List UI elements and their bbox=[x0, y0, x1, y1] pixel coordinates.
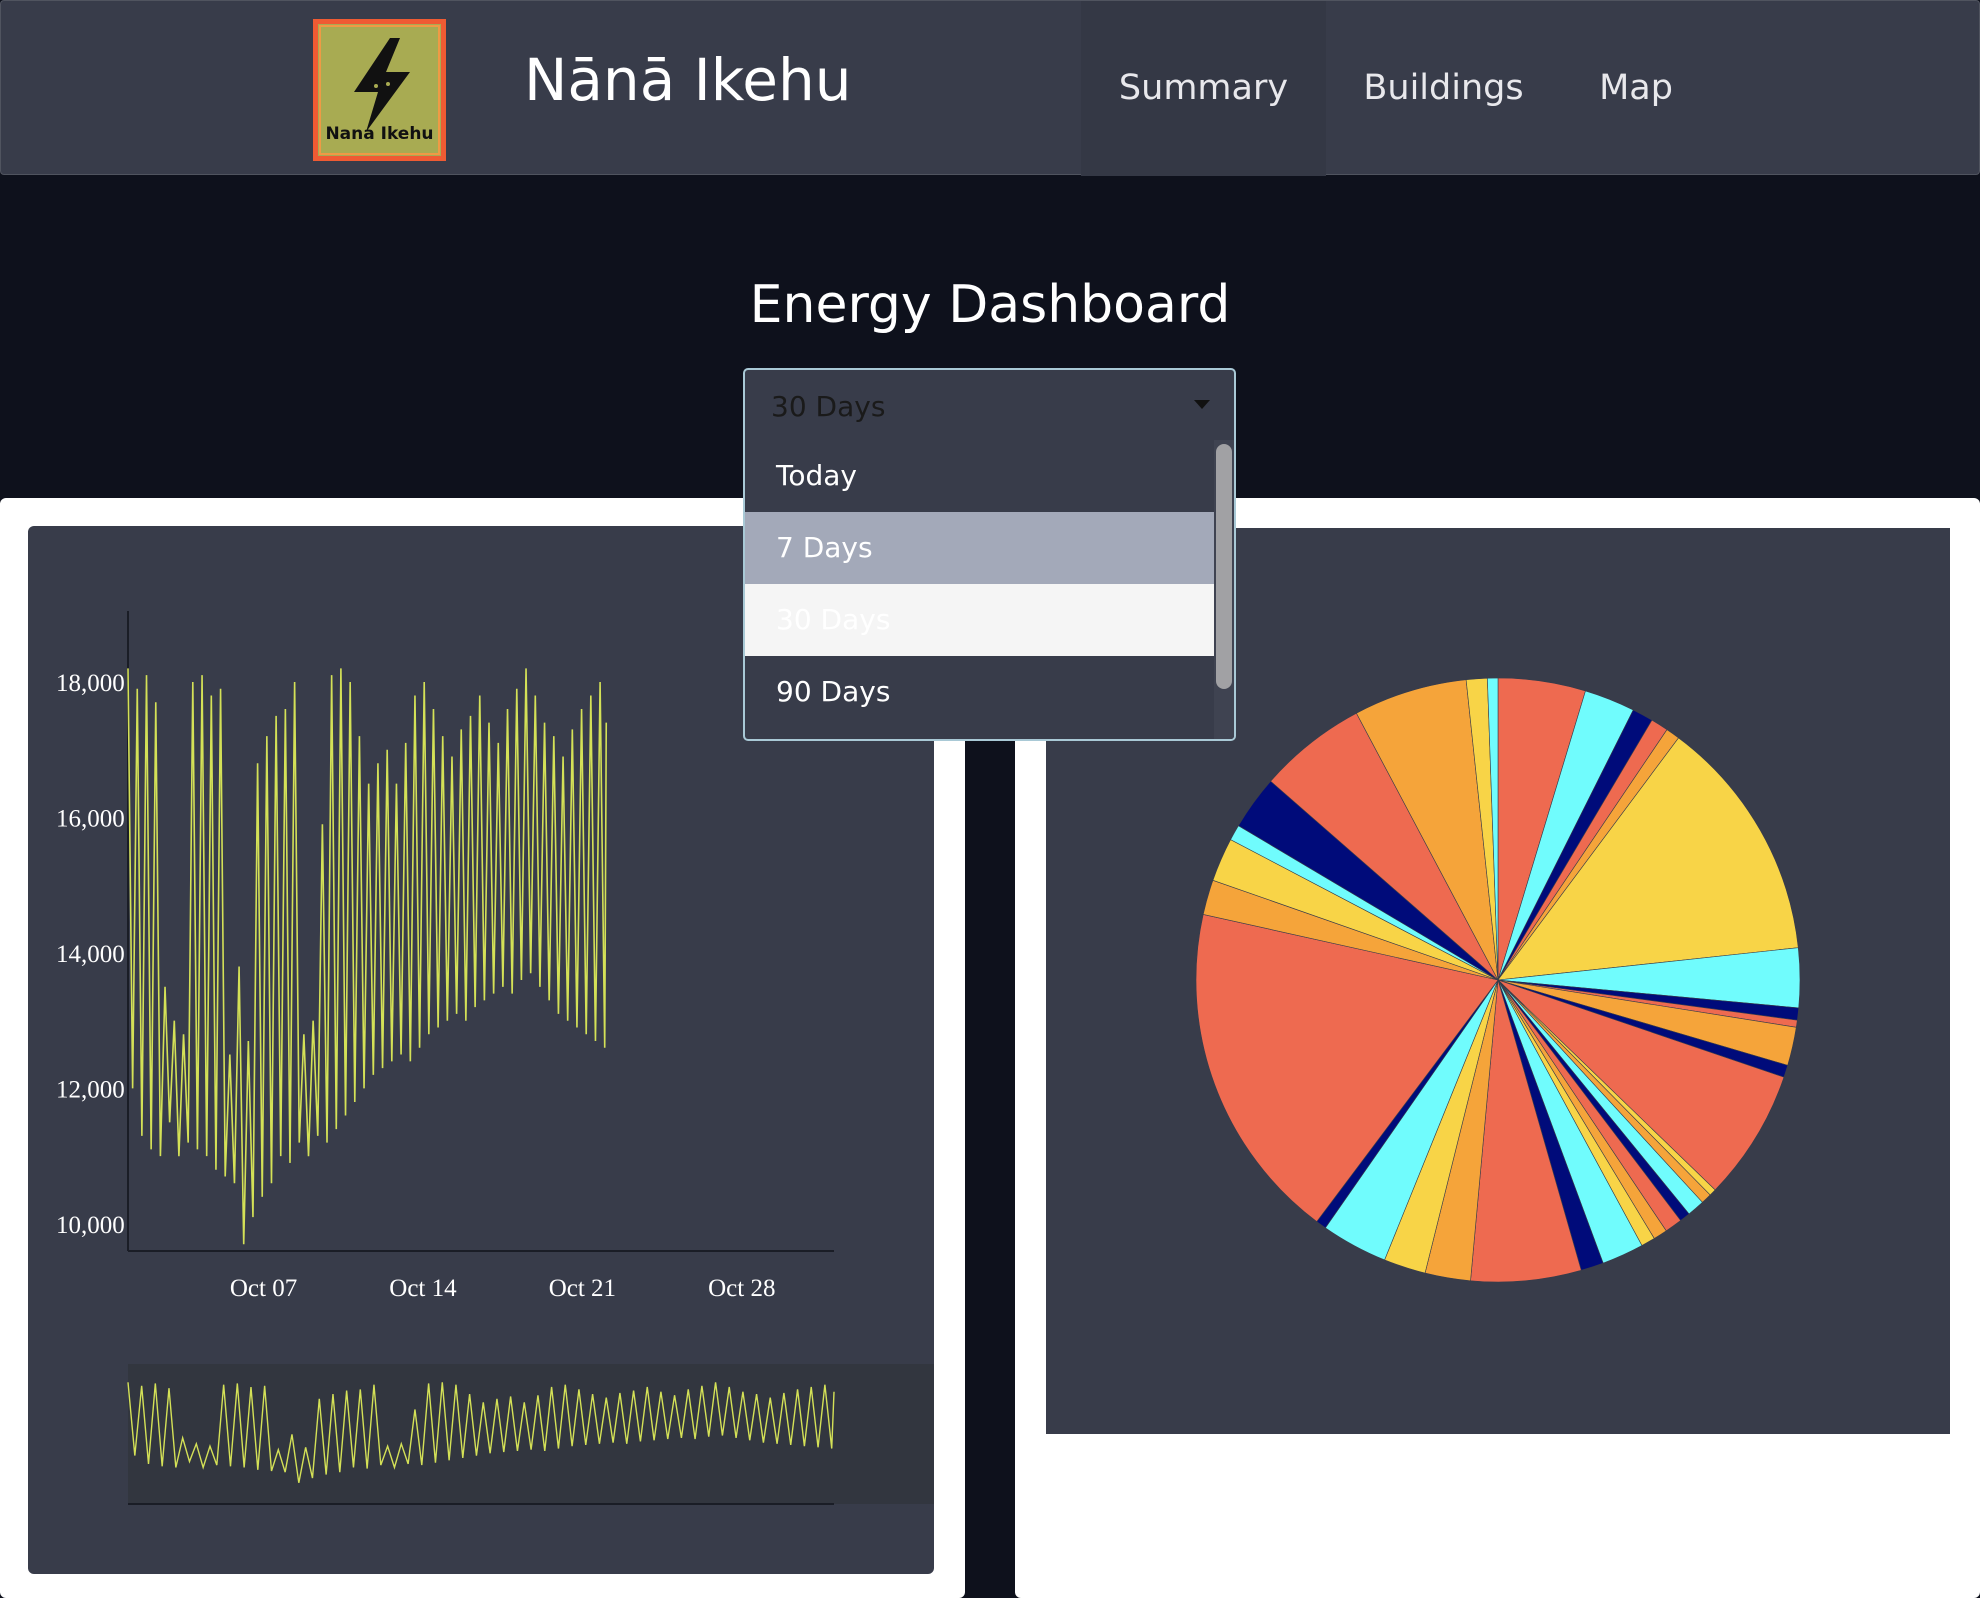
option-7-days[interactable]: 7 Days bbox=[745, 512, 1216, 584]
brand-title[interactable]: Nānā Ikehu bbox=[524, 46, 852, 114]
app-logo[interactable]: Nana Ikehu bbox=[313, 19, 446, 161]
navbar: Nana Ikehu Nānā Ikehu Summary Buildings … bbox=[0, 0, 1980, 176]
y-tick-label: 12,000 bbox=[56, 1076, 125, 1103]
nav-item-summary[interactable]: Summary bbox=[1081, 1, 1326, 176]
scrollbar-thumb[interactable] bbox=[1216, 444, 1232, 689]
range-navigator[interactable] bbox=[128, 1364, 934, 1504]
lightning-bolt-icon bbox=[354, 38, 410, 132]
time-range-select[interactable]: 30 Days bbox=[743, 368, 1236, 442]
x-tick-label: Oct 21 bbox=[549, 1275, 616, 1302]
time-range-options: Today 7 Days 30 Days 90 Days bbox=[743, 440, 1236, 741]
x-tick-label: Oct 28 bbox=[708, 1275, 775, 1302]
caret-down-icon[interactable] bbox=[1194, 400, 1210, 409]
y-tick-label: 10,000 bbox=[56, 1212, 125, 1239]
select-value: 30 Days bbox=[771, 390, 886, 423]
page-title: Energy Dashboard bbox=[749, 275, 1231, 335]
option-90-days[interactable]: 90 Days bbox=[745, 656, 1216, 728]
option-today[interactable]: Today bbox=[745, 440, 1216, 512]
option-30-days[interactable]: 30 Days bbox=[745, 584, 1216, 656]
y-tick-label: 16,000 bbox=[56, 805, 125, 832]
logo-text: Nana Ikehu bbox=[325, 124, 434, 144]
energy-line-series bbox=[127, 668, 608, 1245]
nav-item-buildings[interactable]: Buildings bbox=[1326, 1, 1561, 176]
nav-item-map[interactable]: Map bbox=[1561, 1, 1711, 176]
dropdown-scrollbar[interactable] bbox=[1214, 440, 1234, 739]
y-tick-label: 14,000 bbox=[56, 941, 125, 968]
y-tick-label: 18,000 bbox=[56, 670, 125, 697]
x-tick-label: Oct 07 bbox=[230, 1275, 297, 1302]
x-tick-label: Oct 14 bbox=[389, 1275, 457, 1302]
